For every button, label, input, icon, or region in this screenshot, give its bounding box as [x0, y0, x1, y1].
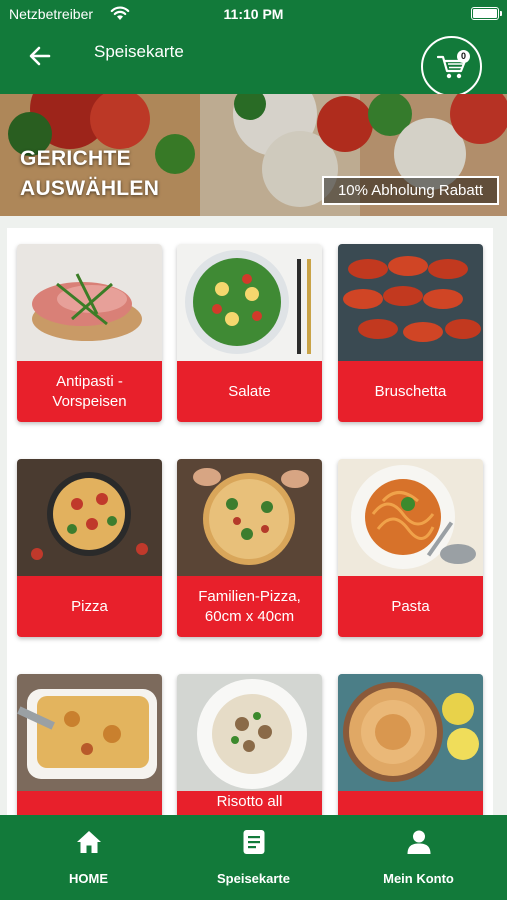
category-label	[338, 791, 483, 815]
category-label: Salate	[177, 361, 322, 422]
family-pizza-image	[177, 459, 322, 576]
salad-image	[177, 244, 322, 361]
category-card-risotto[interactable]: Risotto all	[177, 674, 322, 815]
back-button[interactable]	[22, 38, 58, 74]
user-icon	[407, 830, 431, 854]
category-label	[17, 791, 162, 815]
category-label: Antipasti - Vorspeisen	[17, 361, 162, 422]
home-icon	[77, 831, 101, 853]
category-label: Pasta	[338, 576, 483, 637]
bruschetta-image	[338, 244, 483, 361]
risotto-image	[177, 674, 322, 791]
category-card-pasta[interactable]: Pasta	[338, 459, 483, 637]
status-time: 11:10 PM	[223, 6, 284, 22]
category-label: Risotto all	[177, 791, 322, 815]
battery-icon	[471, 7, 502, 20]
cart-button[interactable]: 0	[421, 36, 482, 97]
category-label: Bruschetta	[338, 361, 483, 422]
category-card-antipasti[interactable]: Antipasti - Vorspeisen	[17, 244, 162, 422]
cart-count-badge: 0	[457, 50, 470, 63]
category-card-lasagne[interactable]	[17, 674, 162, 815]
lasagne-image	[17, 674, 162, 791]
nav-label: HOME	[69, 871, 108, 886]
app-header: Speisekarte 0	[0, 30, 507, 97]
nav-label: Mein Konto	[383, 871, 454, 886]
category-label: Familien-Pizza, 60cm x 40cm	[177, 576, 322, 637]
nav-item-home[interactable]: HOME	[4, 815, 173, 900]
antipasti-image	[17, 244, 162, 361]
pasta-image	[338, 459, 483, 576]
category-card-familien-pizza[interactable]: Familien-Pizza, 60cm x 40cm	[177, 459, 322, 637]
category-label: Pizza	[17, 576, 162, 637]
category-card-pizza[interactable]: Pizza	[17, 459, 162, 637]
promo-banner: GERICHTE AUSWÄHLEN 10% Abholung Rabatt	[0, 94, 507, 216]
status-bar: Netzbetreiber 11:10 PM	[0, 0, 507, 30]
banner-title-line-1: GERICHTE	[20, 147, 131, 170]
category-card-dessert[interactable]	[338, 674, 483, 815]
pizza-image	[17, 459, 162, 576]
category-grid-area: Antipasti - Vorspeisen Salate Bruschetta…	[0, 216, 507, 815]
bottom-navigation: HOME Speisekarte Mein Konto	[0, 815, 507, 900]
category-card-bruschetta[interactable]: Bruschetta	[338, 244, 483, 422]
page-title: Speisekarte	[94, 42, 184, 61]
discount-badge: 10% Abholung Rabatt	[322, 176, 499, 205]
nav-item-speisekarte[interactable]: Speisekarte	[169, 815, 338, 900]
category-card-salate[interactable]: Salate	[177, 244, 322, 422]
nav-label: Speisekarte	[217, 871, 290, 886]
dessert-image	[338, 674, 483, 791]
banner-title-line-2: AUSWÄHLEN	[20, 177, 160, 200]
menu-list-icon	[243, 830, 265, 854]
banner-title: GERICHTE AUSWÄHLEN	[20, 144, 159, 204]
nav-item-mein-konto[interactable]: Mein Konto	[334, 815, 503, 900]
arrow-left-icon	[29, 46, 51, 66]
category-grid: Antipasti - Vorspeisen Salate Bruschetta…	[7, 228, 493, 815]
